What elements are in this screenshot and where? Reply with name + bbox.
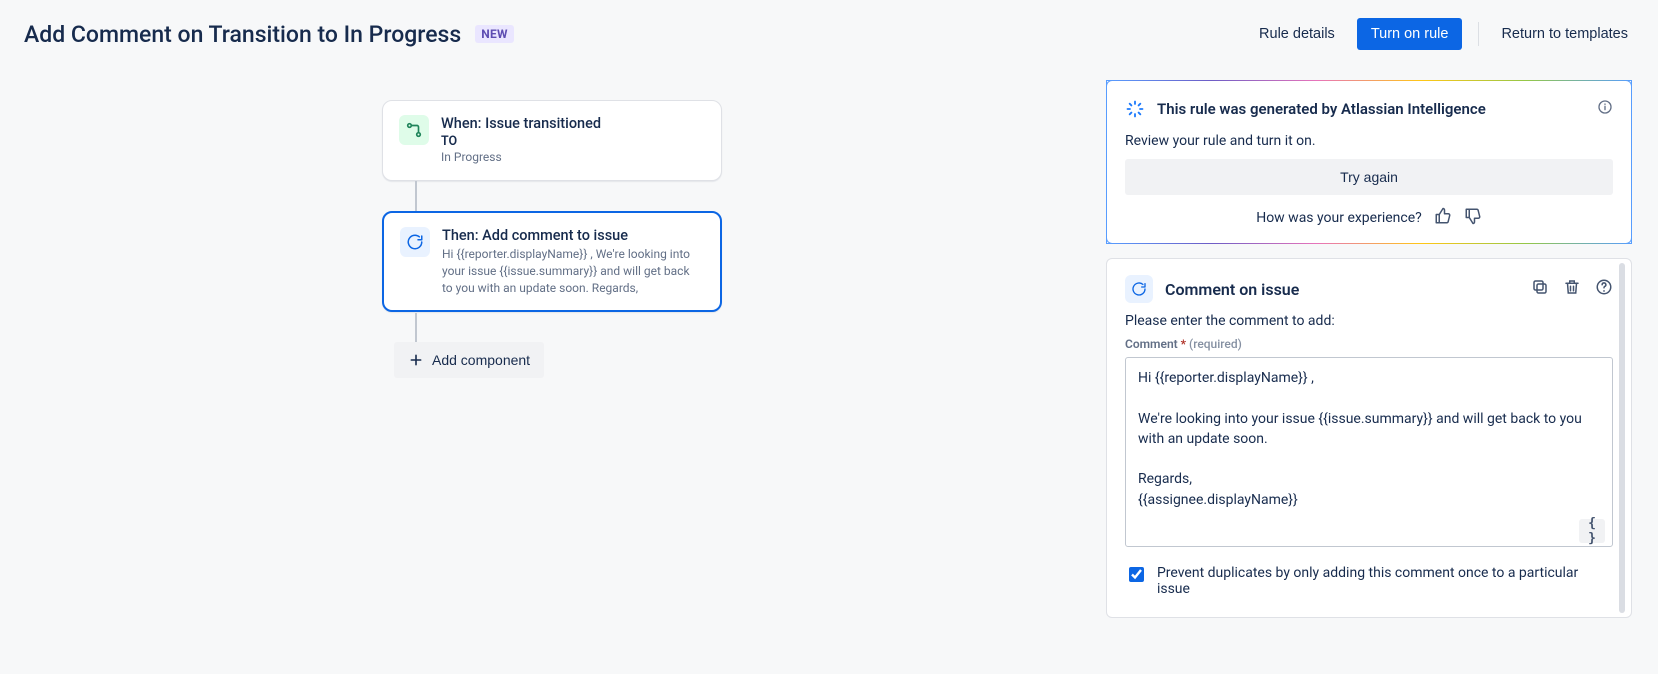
help-icon[interactable]	[1595, 278, 1613, 300]
thumb-up-icon[interactable]	[1434, 207, 1452, 229]
transition-icon	[399, 115, 429, 145]
ai-panel: This rule was generated by Atlassian Int…	[1106, 80, 1632, 244]
smart-values-icon[interactable]: { }	[1579, 519, 1605, 543]
trigger-title: When: Issue transitioned	[441, 115, 601, 132]
page-header: Add Comment on Transition to In Progress…	[0, 0, 1658, 62]
refresh-icon	[400, 227, 430, 257]
action-desc: Hi {{reporter.displayName}} , We're look…	[442, 246, 702, 296]
info-icon[interactable]	[1597, 99, 1613, 119]
required-hint: (required)	[1189, 337, 1242, 351]
prevent-duplicates-row[interactable]: Prevent duplicates by only adding this c…	[1125, 565, 1613, 597]
comment-prompt: Please enter the comment to add:	[1125, 313, 1613, 329]
connector	[415, 313, 417, 343]
add-component-button[interactable]: Add component	[394, 342, 544, 378]
copy-icon[interactable]	[1531, 278, 1549, 300]
scrollbar[interactable]	[1619, 263, 1625, 613]
action-node[interactable]: Then: Add comment to issue Hi {{reporter…	[382, 211, 722, 312]
page-title: Add Comment on Transition to In Progress	[24, 21, 461, 48]
plus-icon	[408, 352, 424, 368]
turn-on-rule-button[interactable]: Turn on rule	[1357, 18, 1463, 50]
rule-details-button[interactable]: Rule details	[1253, 20, 1341, 48]
prevent-duplicates-label: Prevent duplicates by only adding this c…	[1157, 565, 1613, 597]
ai-sparkle-icon	[1125, 99, 1145, 119]
refresh-icon	[1125, 275, 1153, 303]
try-again-button[interactable]: Try again	[1125, 159, 1613, 195]
action-title: Then: Add comment to issue	[442, 227, 702, 244]
add-component-label: Add component	[432, 352, 530, 368]
trigger-to-label: TO	[441, 134, 601, 149]
trigger-body: When: Issue transitioned TO In Progress	[441, 115, 601, 166]
ai-panel-title: This rule was generated by Atlassian Int…	[1157, 100, 1486, 118]
trigger-node[interactable]: When: Issue transitioned TO In Progress	[382, 100, 722, 181]
header-actions: Rule details Turn on rule Return to temp…	[1253, 18, 1634, 50]
return-to-templates-button[interactable]: Return to templates	[1495, 20, 1634, 48]
title-group: Add Comment on Transition to In Progress…	[24, 21, 514, 48]
ai-review-text: Review your rule and turn it on.	[1125, 133, 1613, 149]
trigger-to-value: In Progress	[441, 149, 601, 166]
comment-textarea[interactable]	[1125, 357, 1613, 547]
connector	[415, 181, 417, 212]
comment-panel: Comment on issue Please enter the commen…	[1106, 258, 1632, 618]
thumb-down-icon[interactable]	[1464, 207, 1482, 229]
comment-label-text: Comment	[1125, 337, 1178, 351]
ai-feedback: How was your experience?	[1125, 207, 1613, 229]
ai-feedback-label: How was your experience?	[1256, 210, 1422, 226]
trash-icon[interactable]	[1563, 278, 1581, 300]
comment-panel-title: Comment on issue	[1165, 280, 1299, 299]
prevent-duplicates-checkbox[interactable]	[1129, 567, 1144, 582]
right-panels: This rule was generated by Atlassian Int…	[1106, 80, 1632, 618]
comment-label: Comment * (required)	[1125, 337, 1613, 351]
new-badge: NEW	[475, 25, 514, 43]
action-body: Then: Add comment to issue Hi {{reporter…	[442, 227, 702, 296]
required-mark: *	[1181, 337, 1186, 351]
divider	[1478, 22, 1479, 46]
